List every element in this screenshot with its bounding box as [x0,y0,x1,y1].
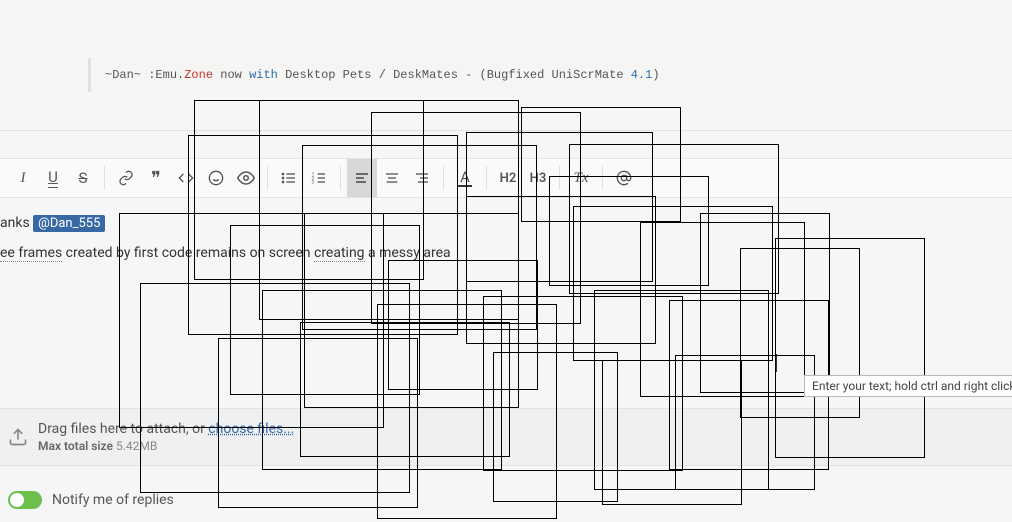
underline-button[interactable]: U [38,159,68,197]
section-divider [0,130,1012,131]
align-left-button[interactable] [347,159,377,197]
attachment-icon [8,427,30,447]
at-icon [616,170,632,186]
align-center-icon [384,170,400,186]
h3-button[interactable]: H3 [523,159,553,197]
choose-files-link[interactable]: choose files... [208,421,294,437]
list-ol-icon: 123 [311,170,327,186]
svg-text:3: 3 [312,179,315,185]
toolbar-separator [443,166,444,190]
toolbar-separator [602,166,603,190]
link-icon [118,170,134,186]
code-button[interactable] [171,159,201,197]
user-mention[interactable]: @Dan_555 [33,215,105,232]
notify-label: Notify me of replies [52,492,174,508]
eye-icon [237,169,255,187]
stray-frame [388,260,538,390]
emoji-button[interactable] [201,159,231,197]
align-right-icon [414,170,430,186]
editor-toolbar: I U S ❞ 123 A H2 H3 Tx [0,158,1012,198]
clear-format-button[interactable]: Tx [566,159,596,197]
ordered-list-button[interactable]: 123 [304,159,334,197]
mention-button[interactable] [609,159,639,197]
strike-button[interactable]: S [68,159,98,197]
notify-toggle[interactable] [8,491,42,509]
toolbar-separator [486,166,487,190]
editor-content[interactable]: anks @Dan_555 ee frames created by first… [0,199,1012,261]
list-ul-icon [281,170,297,186]
italic-button[interactable]: I [8,159,38,197]
notify-row: Notify me of replies [0,480,1012,520]
text-caret [776,354,777,372]
text-color-button[interactable]: A [450,159,480,197]
editor-tooltip: Enter your text; hold ctrl and right cli… [804,375,1012,397]
toolbar-separator [340,166,341,190]
toolbar-separator [267,166,268,190]
code-icon [178,170,194,186]
signature-block: ~Dan~ :Emu.Zone now with Desktop Pets / … [88,58,978,92]
attachment-bar[interactable]: Drag files here to attach, or choose fil… [0,408,1012,466]
editor-line-1: anks @Dan_555 [0,215,1012,231]
toolbar-separator [104,166,105,190]
attachment-text: Drag files here to attach, or choose fil… [38,421,294,453]
unordered-list-button[interactable] [274,159,304,197]
align-left-icon [354,170,370,186]
preview-button[interactable] [231,159,261,197]
editor-line-2: ee frames created by first code remains … [0,245,1012,261]
quote-button[interactable]: ❞ [141,159,171,197]
h2-button[interactable]: H2 [493,159,523,197]
link-button[interactable] [111,159,141,197]
align-right-button[interactable] [407,159,437,197]
sig-dan: ~Dan~ [105,68,148,82]
toolbar-separator [559,166,560,190]
align-center-button[interactable] [377,159,407,197]
smile-icon [208,170,224,186]
